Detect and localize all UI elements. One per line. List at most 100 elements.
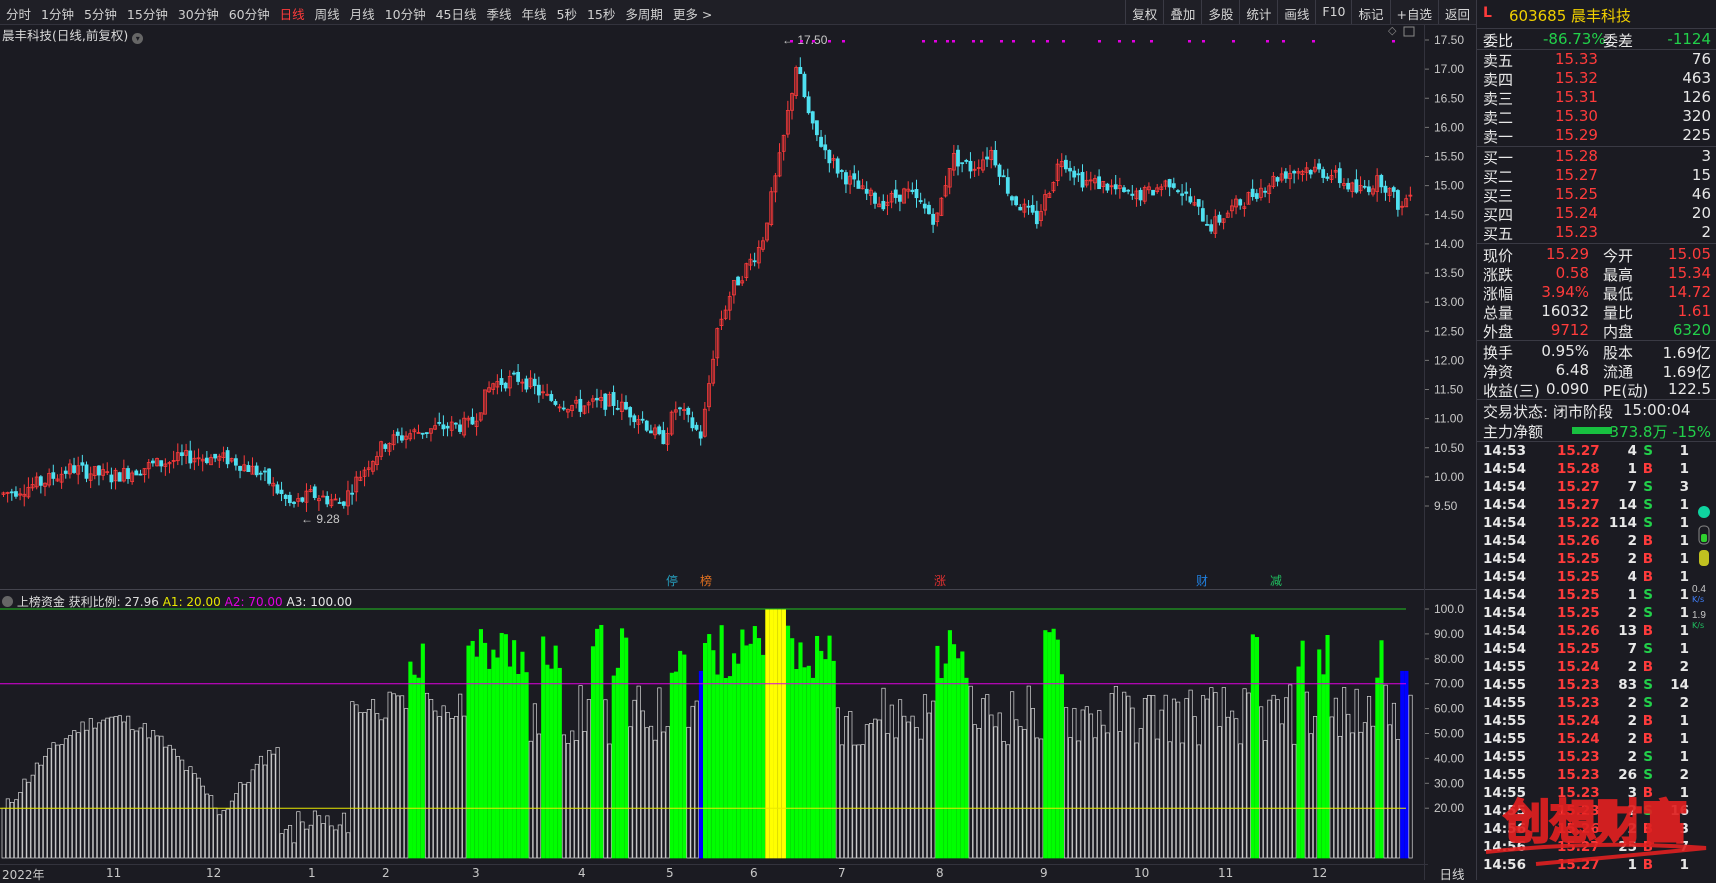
indicator-bar: [819, 650, 824, 859]
stat-row[interactable]: 现价 15.29 今开 15.05: [1477, 245, 1716, 265]
indicator-bar: [1109, 693, 1114, 859]
toolbar-button[interactable]: +自选: [1389, 0, 1438, 24]
period-tab[interactable]: 60分钟: [229, 4, 270, 23]
stat-row[interactable]: 外盘 9712 内盘 6320: [1477, 321, 1716, 341]
stock-code-name[interactable]: 603685 晨丰科技: [1509, 5, 1631, 26]
period-tab[interactable]: 分时: [6, 4, 31, 23]
indicator-bar: [441, 705, 446, 859]
indicator-bar: [1267, 699, 1272, 859]
bid-row[interactable]: 买五 15.23 2: [1477, 223, 1716, 243]
candle-body: [1321, 169, 1326, 178]
toolbar-button[interactable]: F10: [1315, 0, 1351, 24]
period-tab[interactable]: 5分钟: [84, 4, 117, 23]
ask-row[interactable]: 卖四 15.32 463: [1477, 69, 1716, 89]
toolbar-button[interactable]: 画线: [1277, 0, 1315, 24]
window-icon[interactable]: [1403, 26, 1415, 37]
candle-body: [1018, 206, 1023, 211]
diamond-icon[interactable]: ◇: [1388, 24, 1397, 37]
candlestick-chart[interactable]: 17.50 17.00 16.50 16.00 15.50 15.00 14.50 14.00…: [0, 24, 1476, 589]
candle-body: [325, 495, 330, 505]
stat2-row[interactable]: 收益(三) 0.090 PE(动) 122.5: [1477, 380, 1716, 400]
indicator-bar: [653, 739, 658, 859]
indicator-bar: [566, 743, 571, 859]
candle-body: [437, 422, 442, 424]
period-tab[interactable]: 日线: [280, 4, 305, 23]
indicator-bar: [117, 715, 122, 859]
bid-row[interactable]: 买三 15.25 46: [1477, 185, 1716, 205]
indicator-bar: [1275, 699, 1280, 859]
period-tab[interactable]: 30分钟: [178, 4, 219, 23]
cell: 0.58: [1555, 264, 1589, 282]
axis-mode-label[interactable]: 日线: [1428, 864, 1476, 883]
candle-body: [898, 194, 902, 202]
indicator-bar: [1242, 688, 1247, 859]
stat-row[interactable]: 总量 16032 量比 1.61: [1477, 302, 1716, 322]
candle-body: [213, 453, 218, 459]
period-tab[interactable]: 15秒: [587, 4, 615, 23]
toolbar-button[interactable]: 返回: [1437, 0, 1476, 24]
period-tab[interactable]: 月线: [350, 4, 375, 23]
toolbar-button[interactable]: 叠加: [1163, 0, 1201, 24]
cell: 最低: [1603, 285, 1634, 303]
toolbar-button[interactable]: 复权: [1125, 0, 1163, 24]
cell: 换手: [1483, 344, 1514, 362]
event-tag[interactable]: 减: [1270, 574, 1282, 588]
period-tab[interactable]: 10分钟: [385, 4, 426, 23]
ask-row[interactable]: 卖三 15.31 126: [1477, 88, 1716, 108]
tick-cell: 14:55: [1483, 659, 1526, 675]
period-tab[interactable]: 周线: [315, 4, 340, 23]
stat-row[interactable]: 涨跌 0.58 最高 15.34: [1477, 264, 1716, 284]
price-tick: 14.50: [1434, 208, 1464, 222]
event-tag[interactable]: 财: [1196, 574, 1208, 588]
indicator-bar: [669, 672, 674, 859]
indicator-bar: [541, 636, 546, 859]
candle-body: [553, 401, 558, 405]
order-ratio-row[interactable]: 委比 -86.73% 委差 -1124: [1477, 30, 1716, 50]
indicator-bar: [1292, 743, 1297, 859]
period-tab[interactable]: 15分钟: [127, 4, 168, 23]
stat2-row[interactable]: 换手 0.95% 股本 1.69亿: [1477, 342, 1716, 362]
period-tab[interactable]: 季线: [487, 4, 512, 23]
indicator-bar: [1337, 735, 1343, 859]
bid-row[interactable]: 买一 15.28 3: [1477, 147, 1716, 167]
bid-row[interactable]: 买四 15.24 20: [1477, 204, 1716, 224]
period-tab[interactable]: 5秒: [557, 4, 577, 23]
date-label: 3: [472, 866, 480, 880]
indicator-bar: [283, 829, 288, 859]
period-tab[interactable]: 年线: [522, 4, 547, 23]
event-tag[interactable]: 涨: [934, 573, 946, 588]
date-label: 5: [666, 866, 674, 880]
indicator-bar: [22, 778, 27, 859]
indicator-chart[interactable]: 100.0 90.00 80.00 70.00 60.00 50.00 40.00 30.00…: [0, 594, 1476, 864]
period-tab[interactable]: 1分钟: [41, 4, 74, 23]
divider: [1477, 243, 1716, 244]
period-tab[interactable]: 多周期: [625, 4, 663, 23]
period-tab[interactable]: 更多 >: [673, 4, 712, 23]
tick-cell: 15.23: [1557, 749, 1600, 765]
stat2-row[interactable]: 净资 6.48 流通 1.69亿: [1477, 361, 1716, 381]
trade-status-row[interactable]: 交易状态: 闭市阶段 15:00:04: [1477, 401, 1716, 421]
indicator-bar: [329, 825, 334, 859]
event-tag[interactable]: 榜: [700, 573, 712, 588]
cell: 15: [1691, 166, 1711, 184]
price-tick: 12.50: [1434, 324, 1464, 338]
period-tab[interactable]: 45日线: [436, 4, 477, 23]
event-tag[interactable]: 停: [666, 573, 678, 588]
indicator-bar: [553, 645, 558, 859]
bid-row[interactable]: 买二 15.27 15: [1477, 166, 1716, 186]
indicator-bar: [1159, 709, 1164, 859]
cell: 6.48: [1555, 361, 1589, 379]
ask-row[interactable]: 卖五 15.33 76: [1477, 50, 1716, 70]
indicator-bar: [229, 800, 235, 859]
toolbar-button[interactable]: 统计: [1239, 0, 1277, 24]
toolbar-button[interactable]: 标记: [1351, 0, 1389, 24]
tick-cell: S: [1643, 443, 1653, 459]
candle-body: [927, 204, 931, 215]
indicator-bar: [72, 730, 77, 859]
stat-row[interactable]: 涨幅 3.94% 最低 14.72: [1477, 283, 1716, 303]
candle-body: [1209, 224, 1214, 232]
ask-row[interactable]: 卖一 15.29 225: [1477, 126, 1716, 146]
toolbar-button[interactable]: 多股: [1201, 0, 1239, 24]
speed-2-unit: K/s: [1692, 621, 1704, 630]
ask-row[interactable]: 卖二 15.30 320: [1477, 107, 1716, 127]
